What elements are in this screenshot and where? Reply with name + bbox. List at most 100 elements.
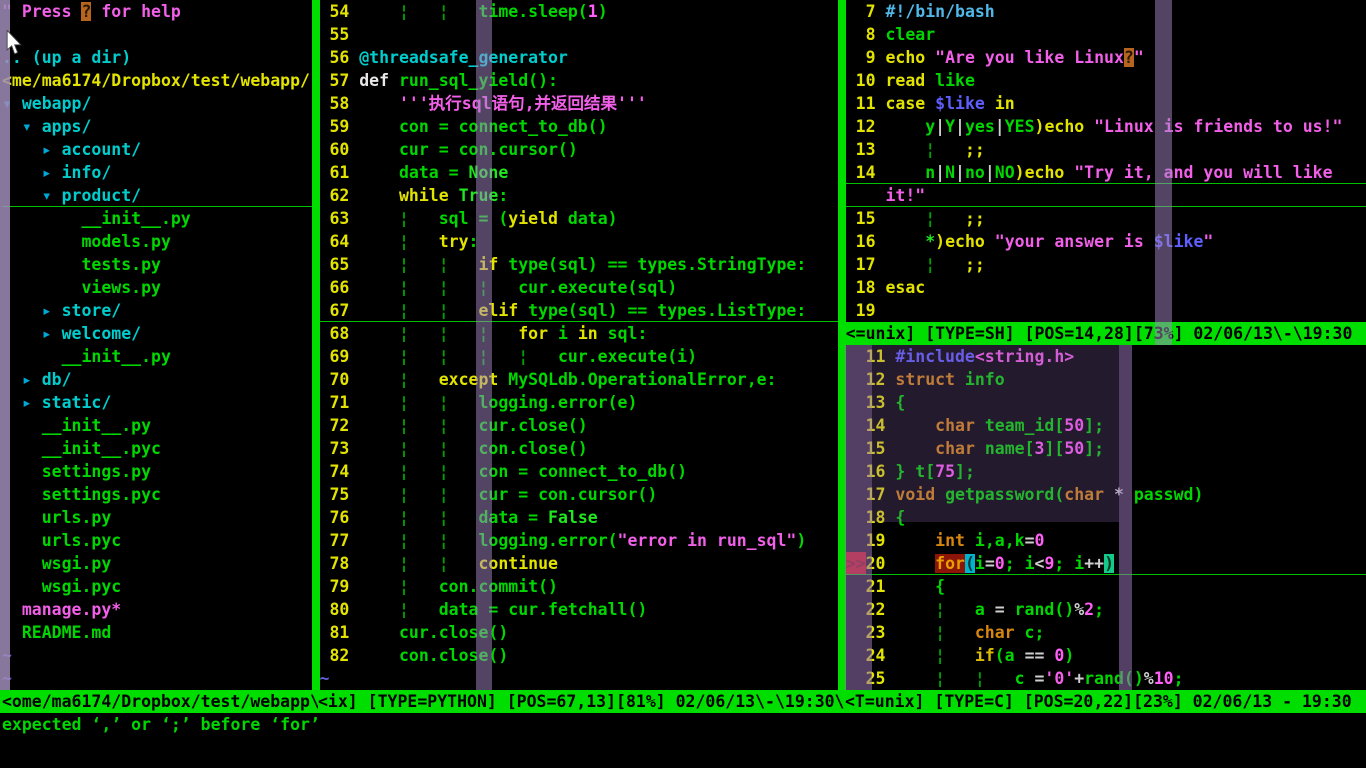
python-code-line[interactable]: 55 [320, 23, 838, 46]
c-code-line[interactable]: 21 { [846, 575, 1366, 598]
tree-item[interactable]: ~ [2, 644, 312, 667]
python-code-line[interactable]: 80 ¦ data = cur.fetchall() [320, 598, 838, 621]
bash-code-line[interactable]: 18 esac [846, 276, 1366, 299]
python-code-line[interactable]: 64 ¦ try: [320, 230, 838, 253]
python-code-line[interactable]: 65 ¦ ¦ if type(sql) == types.StringType: [320, 253, 838, 276]
tree-item[interactable]: wsgi.pyc [2, 575, 312, 598]
bash-code-line[interactable]: 12 y|Y|yes|YES)echo "Linux is friends to… [846, 115, 1366, 138]
c-code-line[interactable]: 14 char team_id[50]; [846, 414, 1366, 437]
line-number: 8 [865, 25, 876, 44]
bash-code-line[interactable]: 11 case $like in [846, 92, 1366, 115]
tree-item[interactable]: ▸ info/ [2, 161, 312, 184]
python-code-line[interactable]: 59 con = connect_to_db() [320, 115, 838, 138]
bash-code-line[interactable]: 10 read like [846, 69, 1366, 92]
bash-code-line[interactable]: it!" [845, 184, 1366, 207]
bash-code-line[interactable]: 13 ¦ ;; [846, 138, 1366, 161]
tree-item[interactable]: __init__.pyc [2, 437, 312, 460]
c-code-line[interactable]: 23 ¦ char c; [846, 621, 1366, 644]
tree-item[interactable]: __init__.py [2, 207, 312, 230]
tree-item[interactable]: models.py [2, 230, 312, 253]
python-code-line[interactable]: 68 ¦ ¦ ¦ for i in sql: [320, 322, 838, 345]
python-code-line[interactable]: 61 data = None [320, 161, 838, 184]
tree-item[interactable]: __init__.py [2, 414, 312, 437]
python-code-line[interactable]: 76 ¦ ¦ data = False [320, 506, 838, 529]
nerdtree-file-explorer-pane[interactable]: " Press ? for help .. (up a dir) <me/ma617… [0, 0, 312, 690]
c-code-line[interactable]: 12 struct info [846, 368, 1366, 391]
python-code-line[interactable]: ~ [320, 667, 838, 690]
tree-item[interactable]: " Press ? for help [2, 0, 312, 23]
c-code-line[interactable]: 16} t[75]; [846, 460, 1366, 483]
line-number: 12 [865, 370, 886, 389]
python-code-line[interactable]: 67 ¦ ¦ elif type(sql) == types.ListType: [319, 299, 838, 322]
c-code-line[interactable]: 13{ [846, 391, 1366, 414]
python-code-line[interactable]: 62 while True: [320, 184, 838, 207]
right-window-column: 7 #!/bin/bash 8 clear 9 echo "Are you like Li… [845, 0, 1366, 690]
c-code-line[interactable]: 25 ¦ ¦ c ='0'+rand()%10; [846, 667, 1366, 690]
line-number: 25 [865, 669, 886, 688]
tree-item[interactable]: ▸ welcome/ [2, 322, 312, 345]
tree-item[interactable]: .. (up a dir) [2, 46, 312, 69]
tree-item[interactable]: manage.py* [2, 598, 312, 621]
python-code-line[interactable]: 69 ¦ ¦ ¦ ¦ cur.execute(i) [320, 345, 838, 368]
window-separator[interactable] [837, 0, 846, 690]
bash-code-line[interactable]: 9 echo "Are you like Linux?" [846, 46, 1366, 69]
python-code-line[interactable]: 63 ¦ sql = (yield data) [320, 207, 838, 230]
tree-item[interactable]: __init__.py [2, 345, 312, 368]
python-code-line[interactable]: 73 ¦ ¦ con.close() [320, 437, 838, 460]
tree-item[interactable]: settings.py [2, 460, 312, 483]
python-code-line[interactable]: 70 ¦ except MySQLdb.OperationalError,e: [320, 368, 838, 391]
tree-item[interactable]: ▾ apps/ [2, 115, 312, 138]
c-code-line[interactable]: 17 void getpassword(char * passwd) [846, 483, 1366, 506]
tree-item[interactable]: ▸ store/ [2, 299, 312, 322]
tree-item[interactable]: urls.py [2, 506, 312, 529]
c-code-line[interactable]: 15 char name[3][50]; [846, 437, 1366, 460]
python-code-line[interactable]: 72 ¦ ¦ cur.close() [320, 414, 838, 437]
c-code-line[interactable]: 19 int i,a,k=0 [846, 529, 1366, 552]
python-code-line[interactable]: 78 ¦ ¦ continue [320, 552, 838, 575]
tree-item[interactable]: ▾ webapp/ [2, 92, 312, 115]
tree-item[interactable]: urls.pyc [2, 529, 312, 552]
python-code-line[interactable]: 74 ¦ ¦ con = connect_to_db() [320, 460, 838, 483]
bash-code-line[interactable]: 7 #!/bin/bash [846, 0, 1366, 23]
bash-code-line[interactable]: 17 ¦ ;; [846, 253, 1366, 276]
python-code-line[interactable]: 79 ¦ con.commit() [320, 575, 838, 598]
tree-item[interactable]: views.py [2, 276, 312, 299]
tree-item[interactable]: ▸ account/ [2, 138, 312, 161]
tree-item[interactable]: settings.pyc [2, 483, 312, 506]
c-code-line[interactable]: 11 #include<string.h> [846, 345, 1366, 368]
python-code-line[interactable]: 57 def run_sql_yield(): [320, 69, 838, 92]
python-code-line[interactable]: 82 con.close() [320, 644, 838, 667]
tree-item[interactable]: README.md [2, 621, 312, 644]
python-editor-pane[interactable]: 54 ¦ ¦ time.sleep(1) 55 56 @threadsafe_gene… [319, 0, 838, 690]
bash-code-line[interactable]: 8 clear [846, 23, 1366, 46]
python-code-line[interactable]: 81 cur.close() [320, 621, 838, 644]
tree-item[interactable]: wsgi.py [2, 552, 312, 575]
c-code-line[interactable]: 18{ [846, 506, 1366, 529]
python-code-line[interactable]: 77 ¦ ¦ logging.error("error in run_sql") [320, 529, 838, 552]
bash-code-line[interactable]: 14 n|N|no|NO)echo "Try it, and you will … [845, 161, 1366, 184]
tree-item[interactable] [2, 23, 312, 46]
python-code-line[interactable]: 66 ¦ ¦ ¦ cur.execute(sql) [320, 276, 838, 299]
c-editor-pane[interactable]: 11 #include<string.h> 12 struct info 13{ 1… [845, 345, 1366, 690]
c-code-line[interactable]: 24 ¦ if(a == 0) [846, 644, 1366, 667]
bash-editor-pane[interactable]: 7 #!/bin/bash 8 clear 9 echo "Are you like Li… [845, 0, 1366, 322]
line-number: 16 [865, 462, 886, 481]
python-code-line[interactable]: 60 cur = con.cursor() [320, 138, 838, 161]
python-code-line[interactable]: 75 ¦ ¦ cur = con.cursor() [320, 483, 838, 506]
python-code-line[interactable]: 71 ¦ ¦ logging.error(e) [320, 391, 838, 414]
c-code-line[interactable]: >>20 for(i=0; i<9; i++) [845, 552, 1366, 575]
tree-item[interactable]: ▸ db/ [2, 368, 312, 391]
tree-item[interactable]: ~ [2, 667, 312, 690]
python-code-line[interactable]: 58 '''执行sql语句,并返回结果''' [320, 92, 838, 115]
python-code-line[interactable]: 54 ¦ ¦ time.sleep(1) [320, 0, 838, 23]
bash-code-line[interactable]: 19 [846, 299, 1366, 322]
python-code-line[interactable]: 56 @threadsafe_generator [320, 46, 838, 69]
bash-code-line[interactable]: 15 ¦ ;; [846, 207, 1366, 230]
window-separator[interactable] [311, 0, 320, 690]
tree-item[interactable]: ▸ static/ [2, 391, 312, 414]
c-code-line[interactable]: 22 ¦ a = rand()%2; [846, 598, 1366, 621]
tree-item[interactable]: ▾ product/ [2, 184, 312, 207]
tree-item[interactable]: <me/ma6174/Dropbox/test/webapp/ [2, 69, 312, 92]
bash-code-line[interactable]: 16 *)echo "your answer is $like" [846, 230, 1366, 253]
tree-item[interactable]: tests.py [2, 253, 312, 276]
